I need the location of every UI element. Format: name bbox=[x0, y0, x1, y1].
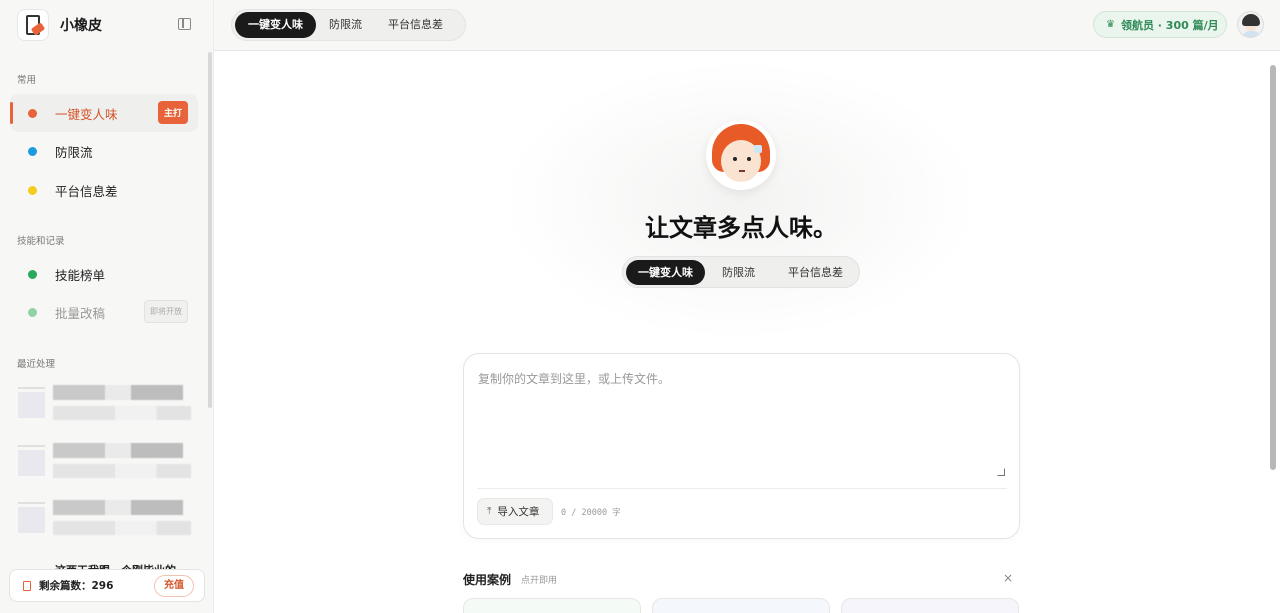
recent-item[interactable] bbox=[18, 443, 194, 487]
membership-label: 领航员 · 300 篇/月 bbox=[1120, 18, 1219, 32]
cases-title: 使用案例 bbox=[463, 573, 512, 587]
hero-tab-platform-info[interactable]: 平台信息差 bbox=[776, 260, 855, 285]
recent-thumbnail bbox=[18, 502, 45, 533]
recent-item[interactable] bbox=[18, 500, 194, 544]
sidebar-item-anti-throttle[interactable]: 防限流 bbox=[10, 132, 198, 170]
redacted-title bbox=[53, 385, 183, 400]
redacted-title bbox=[53, 500, 183, 515]
document-icon bbox=[23, 580, 31, 591]
crown-icon: ♛ bbox=[1106, 19, 1115, 30]
coming-soon-badge: 即将开放 bbox=[144, 300, 188, 323]
topbar: 一键变人味 防限流 平台信息差 ♛ 领航员 · 300 篇/月 bbox=[214, 0, 1280, 51]
status-dot-icon bbox=[28, 307, 37, 317]
app-logo-icon bbox=[17, 9, 49, 41]
sidebar-item-batch-edit: 批量改稿 即将开放 bbox=[10, 293, 198, 331]
char-counter: 0 / 20000 字 bbox=[561, 508, 621, 518]
sidebar-toggle-icon[interactable] bbox=[178, 18, 191, 30]
user-avatar[interactable] bbox=[1237, 11, 1264, 38]
recharge-button[interactable]: 充值 bbox=[154, 575, 194, 597]
main-scrollbar[interactable] bbox=[1270, 65, 1276, 470]
article-editor: ⤒ 导入文章 0 / 20000 字 bbox=[463, 353, 1020, 539]
membership-badge[interactable]: ♛ 领航员 · 300 篇/月 bbox=[1093, 11, 1227, 38]
article-input[interactable] bbox=[478, 370, 1006, 480]
redacted-meta bbox=[53, 464, 191, 478]
top-tab-group: 一键变人味 防限流 平台信息差 bbox=[231, 9, 466, 41]
recent-thumbnail bbox=[18, 445, 45, 476]
import-article-button[interactable]: ⤒ 导入文章 bbox=[477, 498, 553, 525]
divider bbox=[477, 488, 1007, 489]
sidebar-item-label: 一键变人味 bbox=[55, 106, 118, 122]
hero-tab-group: 一键变人味 防限流 平台信息差 bbox=[622, 256, 860, 288]
section-label-recent: 最近处理 bbox=[17, 359, 56, 370]
mascot-avatar bbox=[706, 120, 776, 190]
sidebar-item-label: 防限流 bbox=[55, 144, 93, 160]
import-label: 导入文章 bbox=[497, 506, 540, 518]
status-dot-icon bbox=[28, 108, 37, 118]
status-dot-icon bbox=[28, 269, 37, 279]
recent-thumbnail bbox=[18, 387, 45, 418]
sidebar-item-label: 批量改稿 bbox=[55, 305, 106, 321]
sidebar-item-label: 平台信息差 bbox=[55, 183, 118, 199]
close-icon[interactable]: × bbox=[1003, 571, 1013, 585]
sidebar-item-label: 技能榜单 bbox=[55, 267, 106, 283]
brand[interactable]: 小橡皮 bbox=[17, 9, 102, 41]
status-dot-icon bbox=[28, 146, 37, 156]
sidebar-item-platform-info[interactable]: 平台信息差 bbox=[10, 171, 198, 209]
status-dot-icon bbox=[28, 185, 37, 195]
hero-tab-anti-throttle[interactable]: 防限流 bbox=[710, 260, 767, 285]
redacted-title bbox=[53, 443, 183, 458]
redacted-meta bbox=[53, 521, 191, 535]
section-label-common: 常用 bbox=[17, 75, 37, 86]
sidebar-item-humanize[interactable]: 一键变人味 主打 bbox=[10, 94, 198, 132]
hero-background bbox=[500, 60, 980, 340]
tab-humanize[interactable]: 一键变人味 bbox=[235, 12, 316, 38]
quota-panel: 剩余篇数：296 充值 bbox=[9, 569, 205, 602]
case-card[interactable] bbox=[841, 598, 1019, 613]
app-name: 小橡皮 bbox=[60, 18, 102, 34]
sidebar: 小橡皮 常用 一键变人味 主打 防限流 平台信息差 技能和记录 技能榜单 批量改… bbox=[0, 0, 214, 613]
case-card[interactable] bbox=[463, 598, 641, 613]
hero-title: 让文章多点人味。 bbox=[645, 214, 837, 242]
hero-tab-humanize[interactable]: 一键变人味 bbox=[626, 259, 705, 285]
upload-icon: ⤒ bbox=[487, 506, 492, 517]
quota-label: 剩余篇数：296 bbox=[39, 580, 114, 592]
tab-anti-throttle[interactable]: 防限流 bbox=[316, 12, 375, 38]
sidebar-item-skill-ranking[interactable]: 技能榜单 bbox=[10, 255, 198, 293]
tab-platform-info[interactable]: 平台信息差 bbox=[375, 12, 456, 38]
featured-badge: 主打 bbox=[157, 101, 188, 124]
case-card[interactable] bbox=[652, 598, 830, 613]
recent-item[interactable] bbox=[18, 385, 194, 429]
cases-hint: 点开即用 bbox=[521, 576, 558, 586]
redacted-meta bbox=[53, 406, 191, 420]
